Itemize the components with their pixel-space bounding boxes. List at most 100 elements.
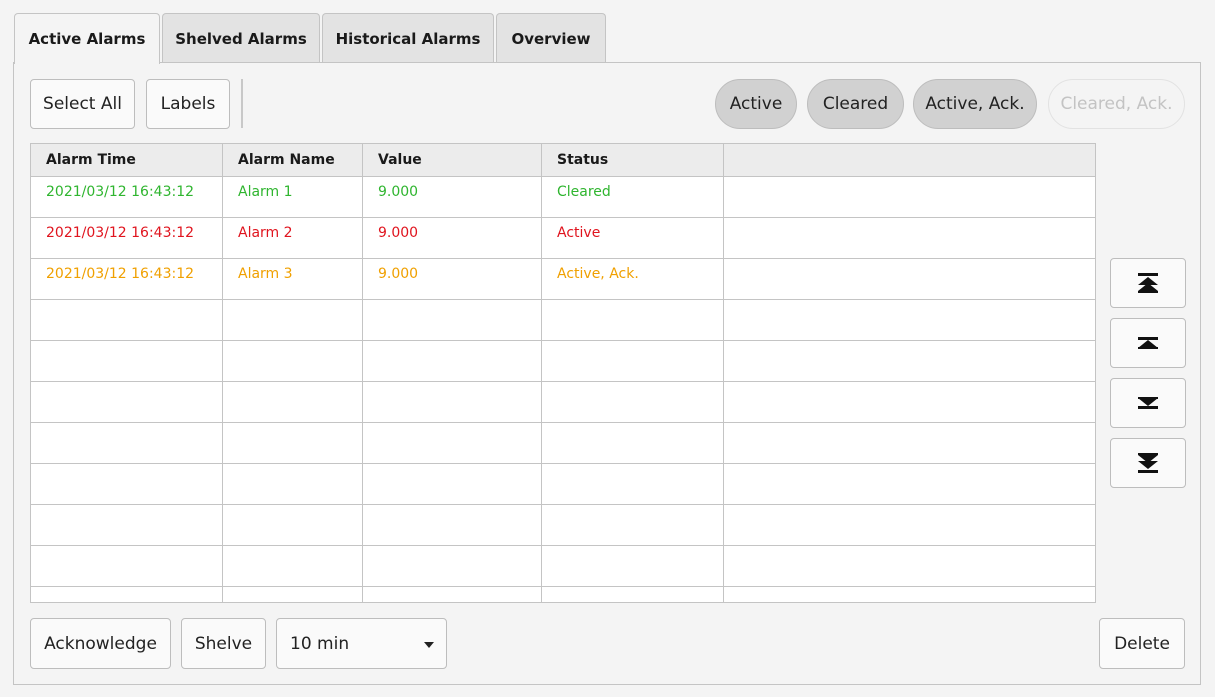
table-cell-empty bbox=[363, 505, 542, 545]
table-cell-name: Alarm 1 bbox=[223, 177, 363, 217]
table-cell-empty bbox=[542, 505, 724, 545]
column-header-alarm-name[interactable]: Alarm Name bbox=[223, 144, 363, 176]
table-cell-empty bbox=[724, 300, 1095, 340]
table-cell-extra bbox=[724, 177, 1095, 217]
table-row-empty bbox=[31, 505, 1095, 546]
table-cell-empty bbox=[223, 423, 363, 463]
scroll-bottom-button[interactable] bbox=[1110, 438, 1186, 488]
table-cell-empty bbox=[31, 546, 223, 586]
toolbar-divider bbox=[241, 79, 243, 128]
column-header-value[interactable]: Value bbox=[363, 144, 542, 176]
table-cell-extra bbox=[724, 259, 1095, 299]
filter-cleared-ack[interactable]: Cleared, Ack. bbox=[1048, 79, 1185, 129]
table-cell-empty bbox=[223, 546, 363, 586]
table-cell-empty bbox=[223, 505, 363, 545]
acknowledge-button[interactable]: Acknowledge bbox=[30, 618, 171, 669]
table-cell-empty bbox=[31, 423, 223, 463]
table-row-empty bbox=[31, 300, 1095, 341]
column-header-status[interactable]: Status bbox=[542, 144, 724, 176]
table-cell-empty bbox=[542, 300, 724, 340]
table-cell-empty bbox=[223, 587, 363, 602]
delete-button[interactable]: Delete bbox=[1099, 618, 1185, 669]
shelve-duration-select[interactable]: 10 min bbox=[276, 618, 447, 669]
table-cell-empty bbox=[363, 423, 542, 463]
table-cell-empty bbox=[223, 464, 363, 504]
column-header-extra bbox=[724, 144, 1095, 176]
tab-bar: Active Alarms Shelved Alarms Historical … bbox=[14, 13, 608, 64]
labels-button[interactable]: Labels bbox=[146, 79, 230, 129]
table-cell-empty bbox=[31, 587, 223, 602]
table-row[interactable]: 2021/03/12 16:43:12 Alarm 2 9.000 Active bbox=[31, 218, 1095, 259]
table-row-empty bbox=[31, 423, 1095, 464]
table-cell-empty bbox=[542, 546, 724, 586]
table-cell-empty bbox=[223, 341, 363, 381]
table-header: Alarm Time Alarm Name Value Status bbox=[31, 144, 1095, 177]
scroll-up-button[interactable] bbox=[1110, 318, 1186, 368]
table-cell-empty bbox=[542, 464, 724, 504]
table-row-empty bbox=[31, 464, 1095, 505]
table-cell-status: Cleared bbox=[542, 177, 724, 217]
table-cell-empty bbox=[724, 341, 1095, 381]
tab-historical-alarms[interactable]: Historical Alarms bbox=[322, 13, 494, 63]
table-row-empty bbox=[31, 382, 1095, 423]
table-cell-empty bbox=[363, 382, 542, 422]
table-row-empty bbox=[31, 341, 1095, 382]
table-cell-empty bbox=[724, 464, 1095, 504]
table-cell-empty bbox=[31, 505, 223, 545]
table-cell-empty bbox=[363, 546, 542, 586]
table-cell-time: 2021/03/12 16:43:12 bbox=[31, 259, 223, 299]
table-cell-status: Active, Ack. bbox=[542, 259, 724, 299]
scroll-to-bottom-icon bbox=[1138, 453, 1158, 473]
table-cell-empty bbox=[724, 587, 1095, 602]
filter-cleared[interactable]: Cleared bbox=[807, 79, 904, 129]
tab-overview[interactable]: Overview bbox=[496, 13, 606, 63]
filter-active[interactable]: Active bbox=[715, 79, 797, 129]
filter-active-ack[interactable]: Active, Ack. bbox=[913, 79, 1037, 129]
table-cell-empty bbox=[724, 546, 1095, 586]
scroll-up-icon bbox=[1138, 337, 1158, 349]
table-cell-empty bbox=[31, 341, 223, 381]
table-cell-empty bbox=[542, 341, 724, 381]
table-cell-status: Active bbox=[542, 218, 724, 258]
scroll-down-icon bbox=[1138, 397, 1158, 409]
table-cell-value: 9.000 bbox=[363, 259, 542, 299]
table-cell-empty bbox=[223, 382, 363, 422]
shelve-button[interactable]: Shelve bbox=[181, 618, 266, 669]
table-cell-empty bbox=[724, 423, 1095, 463]
table-cell-empty bbox=[363, 464, 542, 504]
column-header-alarm-time[interactable]: Alarm Time bbox=[31, 144, 223, 176]
table-cell-empty bbox=[542, 587, 724, 602]
table-row-empty bbox=[31, 546, 1095, 587]
shelve-duration-value: 10 min bbox=[290, 633, 350, 654]
table-cell-time: 2021/03/12 16:43:12 bbox=[31, 218, 223, 258]
scroll-to-top-icon bbox=[1138, 273, 1158, 293]
table-row[interactable]: 2021/03/12 16:43:12 Alarm 1 9.000 Cleared bbox=[31, 177, 1095, 218]
table-cell-empty bbox=[363, 587, 542, 602]
table-cell-empty bbox=[542, 382, 724, 422]
scroll-down-button[interactable] bbox=[1110, 378, 1186, 428]
table-cell-name: Alarm 2 bbox=[223, 218, 363, 258]
table-cell-name: Alarm 3 bbox=[223, 259, 363, 299]
scroll-top-button[interactable] bbox=[1110, 258, 1186, 308]
table-cell-empty bbox=[542, 423, 724, 463]
chevron-down-icon bbox=[424, 642, 434, 648]
table-cell-empty bbox=[31, 464, 223, 504]
table-cell-extra bbox=[724, 218, 1095, 258]
tab-active-alarms[interactable]: Active Alarms bbox=[14, 13, 160, 64]
table-cell-empty bbox=[31, 300, 223, 340]
table-cell-value: 9.000 bbox=[363, 177, 542, 217]
table-cell-time: 2021/03/12 16:43:12 bbox=[31, 177, 223, 217]
table-cell-empty bbox=[31, 382, 223, 422]
table-body: 2021/03/12 16:43:12 Alarm 1 9.000 Cleared 20… bbox=[31, 177, 1095, 602]
alarm-table: Alarm Time Alarm Name Value Status 2021/… bbox=[30, 143, 1096, 603]
table-cell-value: 9.000 bbox=[363, 218, 542, 258]
select-all-button[interactable]: Select All bbox=[30, 79, 135, 129]
table-row[interactable]: 2021/03/12 16:43:12 Alarm 3 9.000 Active, A… bbox=[31, 259, 1095, 300]
table-cell-empty bbox=[363, 341, 542, 381]
table-cell-empty bbox=[724, 382, 1095, 422]
table-cell-empty bbox=[223, 300, 363, 340]
table-cell-empty bbox=[724, 505, 1095, 545]
table-cell-empty bbox=[363, 300, 542, 340]
table-row-empty bbox=[31, 587, 1095, 602]
tab-shelved-alarms[interactable]: Shelved Alarms bbox=[162, 13, 320, 63]
